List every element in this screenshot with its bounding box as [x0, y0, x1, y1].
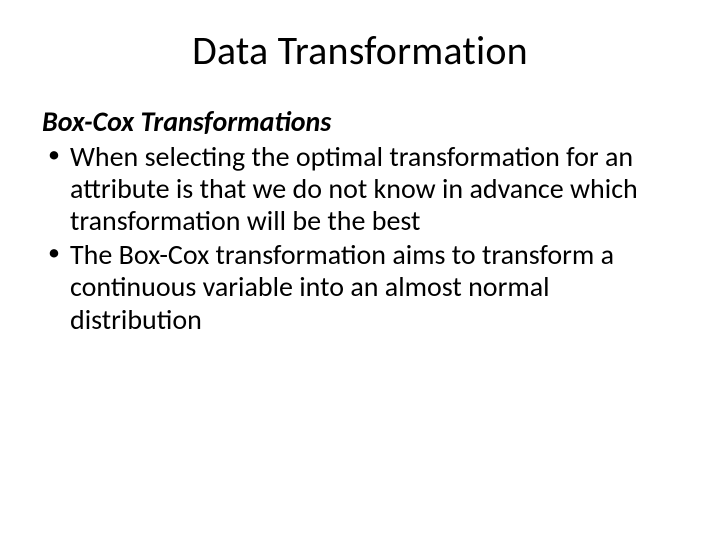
slide-title: Data Transformation: [42, 26, 678, 75]
bullet-item: When selecting the optimal transformatio…: [70, 141, 678, 238]
slide: Data Transformation Box-Cox Transformati…: [0, 0, 720, 540]
slide-subheading: Box-Cox Transformations: [42, 105, 678, 139]
bullet-item: The Box-Cox transformation aims to trans…: [70, 239, 678, 336]
bullet-list: When selecting the optimal transformatio…: [42, 141, 678, 336]
